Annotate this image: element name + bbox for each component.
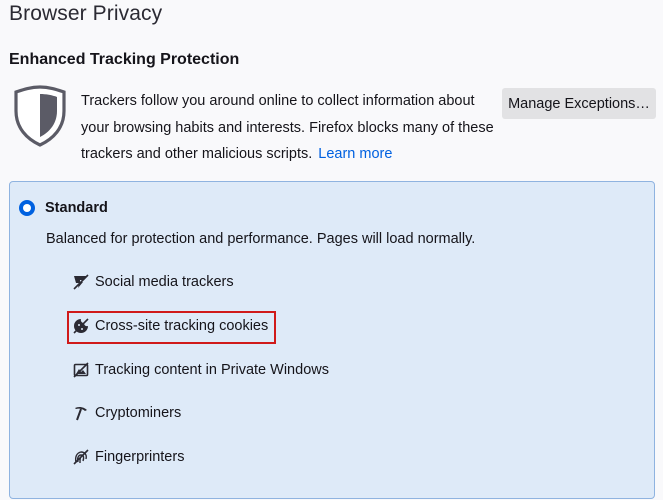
etp-heading: Enhanced Tracking Protection	[9, 51, 240, 68]
shield-icon	[14, 85, 66, 147]
manage-exceptions-button[interactable]: Manage Exceptions…	[502, 88, 656, 119]
standard-description: Balanced for protection and performance.…	[46, 231, 476, 247]
etp-description-text: Trackers follow you around online to col…	[81, 93, 494, 162]
highlight-box	[67, 311, 276, 344]
blocked-item-label: Cryptominers	[95, 405, 182, 421]
blocked-item-fingerprinters: Fingerprinters	[73, 446, 184, 468]
blocked-item-label: Tracking content in Private Windows	[95, 362, 329, 378]
standard-option-card[interactable]: Standard Balanced for protection and per…	[9, 181, 655, 499]
blocked-item-cryptominers: Cryptominers	[73, 402, 181, 424]
cryptominer-icon	[75, 406, 87, 421]
etp-description: Trackers follow you around online to col…	[81, 88, 501, 168]
fingerprint-icon	[73, 449, 89, 465]
page-title: Browser Privacy	[9, 2, 163, 25]
standard-radio[interactable]	[19, 200, 35, 216]
blocked-item-tracking-content: Tracking content in Private Windows	[73, 359, 329, 381]
browser-privacy-page: Browser Privacy Enhanced Tracking Protec…	[0, 0, 663, 500]
social-tracker-icon	[73, 274, 89, 290]
radio-selected-dot	[23, 204, 31, 212]
tracking-content-icon	[73, 362, 89, 378]
blocked-item-label: Social media trackers	[95, 274, 234, 290]
blocked-item-social-media-trackers: Social media trackers	[73, 271, 234, 293]
blocked-item-label: Fingerprinters	[95, 449, 185, 465]
standard-label[interactable]: Standard	[45, 200, 108, 216]
learn-more-link[interactable]: Learn more	[318, 146, 392, 162]
